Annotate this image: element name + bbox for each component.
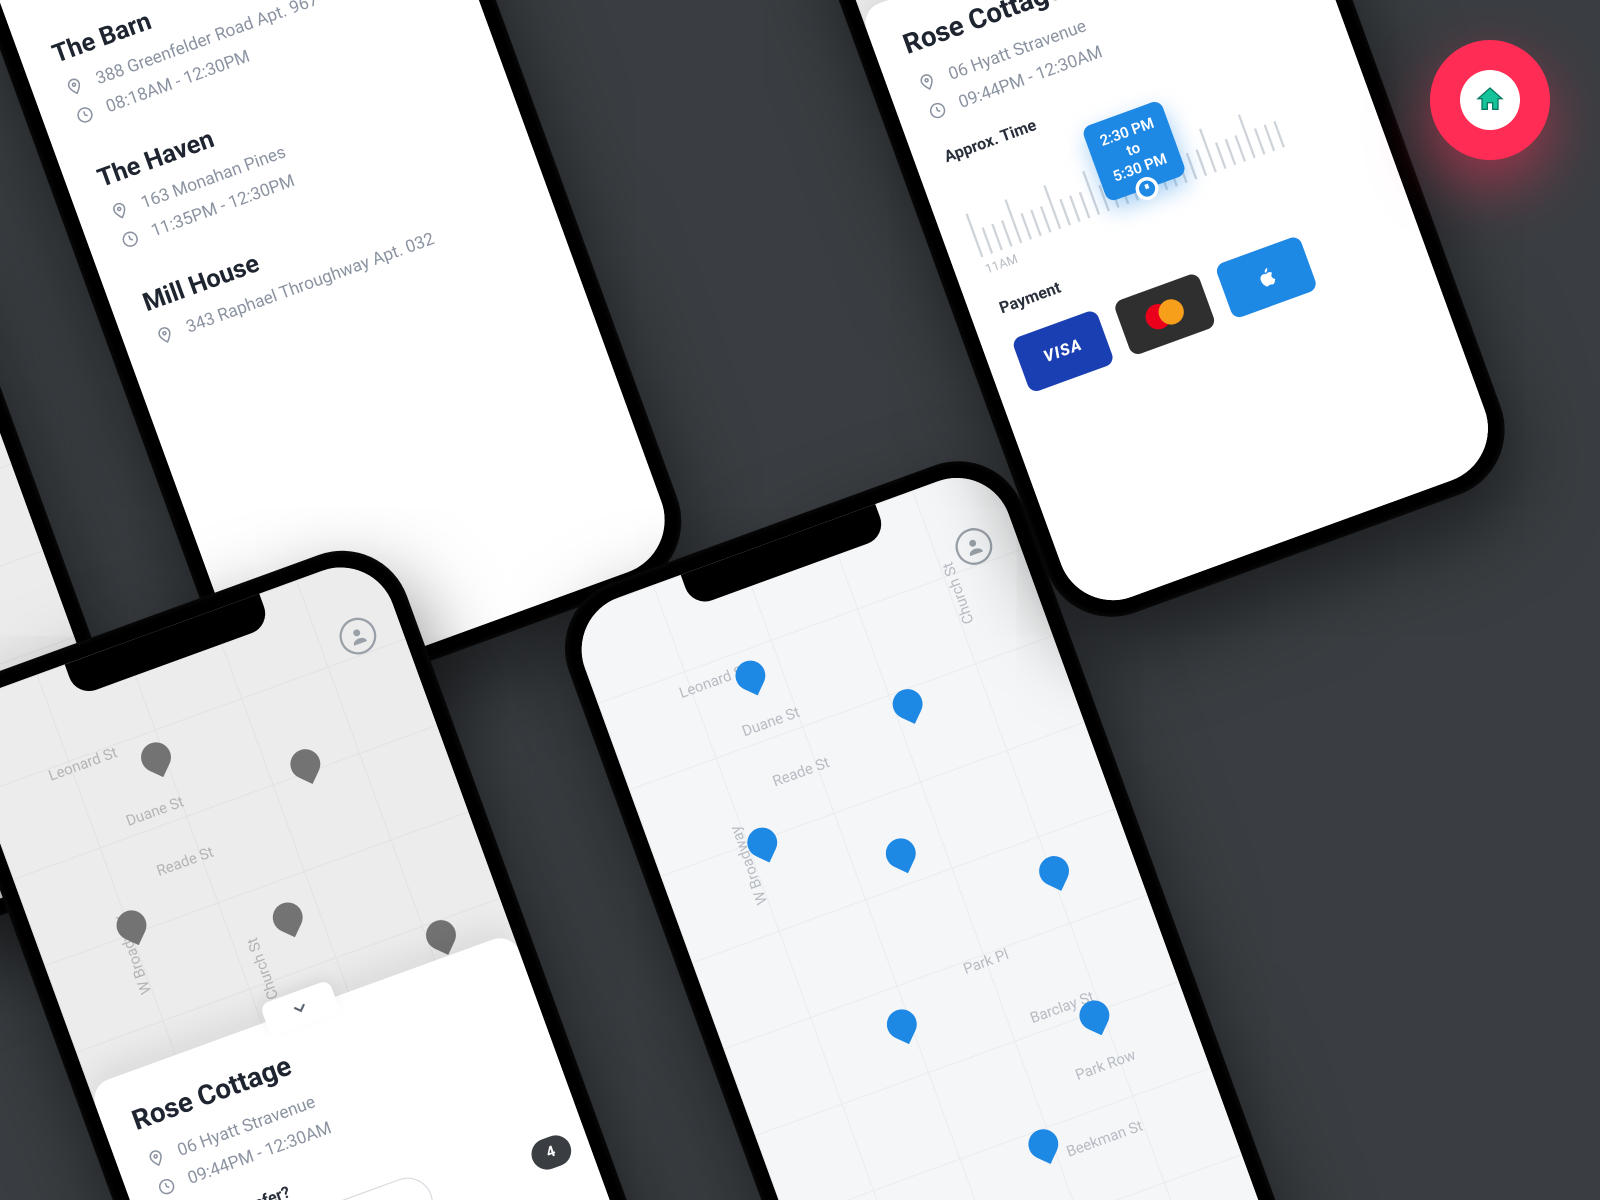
clock-icon	[155, 1175, 179, 1199]
time-axis-start: 11AM	[983, 251, 1020, 277]
map-pin[interactable]	[881, 833, 921, 873]
street-label: Church St	[244, 935, 282, 1002]
payment-apple-pay[interactable]	[1214, 235, 1318, 320]
street-label: Beekman St	[1064, 1118, 1145, 1161]
clock-icon	[926, 99, 950, 123]
user-icon	[961, 533, 988, 560]
location-icon	[145, 1147, 169, 1171]
map-pin[interactable]	[1034, 851, 1074, 891]
time-slot-chip[interactable]: 2:30 PM to 5:30 PM ⏸	[1081, 99, 1187, 202]
map-pin[interactable]	[421, 915, 461, 955]
map-pin[interactable]	[112, 905, 152, 945]
street-label: Park Row	[1073, 1047, 1138, 1085]
street-label: Park Pl	[961, 946, 1011, 978]
home-icon	[1474, 84, 1506, 116]
clock-icon	[73, 103, 97, 127]
location-icon	[916, 71, 940, 95]
map-pin[interactable]	[285, 744, 325, 784]
map-pin[interactable]	[882, 1004, 922, 1044]
street-label: Duane St	[740, 704, 802, 741]
map-pin[interactable]	[731, 656, 771, 696]
street-label: Reade St	[771, 754, 832, 790]
apple-icon	[1250, 261, 1282, 293]
street-label: Church St	[940, 560, 978, 627]
clock-icon	[118, 227, 142, 251]
chevron-down-icon	[287, 995, 314, 1022]
street-label: Reade St	[155, 844, 216, 880]
brand-fab[interactable]	[1430, 40, 1550, 160]
user-icon	[345, 623, 372, 650]
clock-icon	[28, 0, 52, 2]
street-label: Duane St	[124, 794, 186, 831]
location-icon	[153, 324, 177, 348]
street-label: Leonard St	[46, 744, 119, 785]
location-icon	[63, 75, 87, 99]
map-pin[interactable]	[1023, 1124, 1063, 1164]
map-pin[interactable]	[136, 737, 176, 777]
payment-mastercard[interactable]	[1113, 272, 1217, 357]
payment-visa[interactable]: VISA	[1011, 309, 1115, 394]
map-pin[interactable]	[888, 684, 928, 724]
map-pin[interactable]	[268, 898, 308, 938]
location-icon	[108, 199, 132, 223]
